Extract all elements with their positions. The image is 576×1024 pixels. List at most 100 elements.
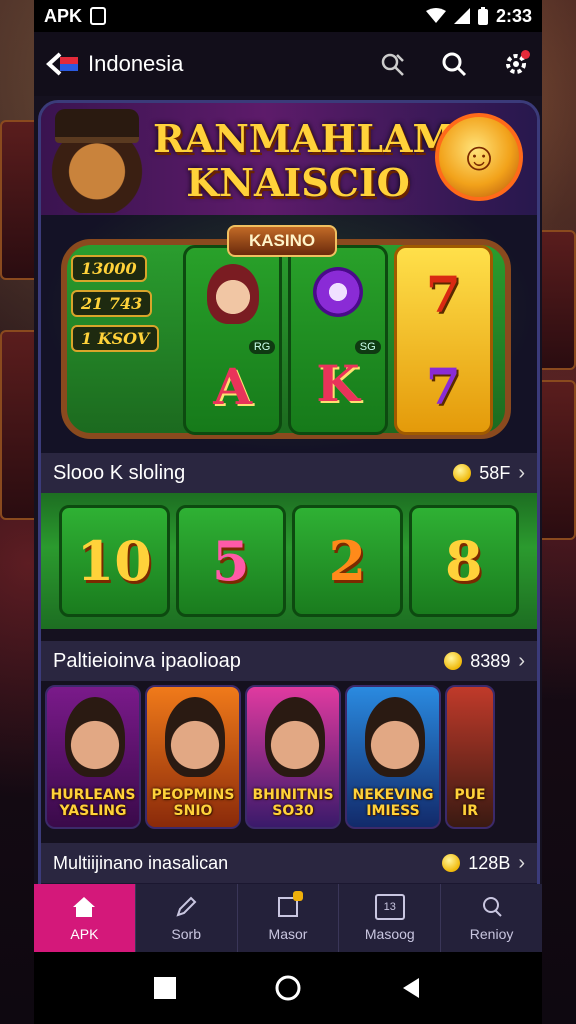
bottom-navigation: APK Sorb Masor 13 Masoog Renioy [34, 884, 542, 952]
nav-item-masoog[interactable]: 13 Masoog [339, 884, 442, 952]
home-circle-icon[interactable] [274, 974, 302, 1002]
coin-icon [444, 652, 463, 670]
app-screen: Indonesia RANMAHLAMIX KNAISCIO ☺ KASINO [34, 32, 542, 1024]
coin-icon [442, 854, 461, 872]
status-left-text: APK [44, 5, 83, 26]
section-count: 8389 [470, 650, 511, 671]
calendar-icon: 13 [374, 894, 405, 920]
calendar-number: 13 [383, 901, 396, 913]
section-header[interactable]: Multiijinano inasalican 128B › [41, 843, 537, 883]
mascot-illustration [45, 109, 149, 213]
game-carousel[interactable]: HURLEANS YASLING PEOPMINS SNIO BHINITNIS SO… [41, 681, 537, 833]
nav-item-sorb[interactable]: Sorb [136, 884, 238, 952]
character-portrait [265, 697, 325, 777]
pencil-icon [173, 894, 199, 920]
hero-stat: 21 743 [71, 290, 153, 317]
smiley-coin-icon: ☺ [435, 113, 523, 201]
game-caption: PUE [454, 787, 486, 803]
hero-reels: A RG K SG 7 7 [183, 245, 493, 435]
status-time: 2:33 [495, 5, 532, 26]
game-caption: SNIO [173, 803, 213, 819]
notification-icon [90, 7, 107, 25]
game-card[interactable]: PEOPMINS SNIO [145, 685, 241, 829]
game-caption: YASLING [59, 803, 127, 819]
game-caption: PEOPMINS [151, 787, 235, 803]
number-reel: 8 [408, 505, 519, 617]
back-button[interactable] [46, 49, 80, 79]
box-icon [275, 891, 303, 920]
search-tool-icon [381, 53, 404, 76]
character-portrait [365, 697, 425, 777]
main-content-card: RANMAHLAMIX KNAISCIO ☺ KASINO 13000 21 7… [38, 100, 540, 920]
number-reel: 10 [59, 505, 170, 617]
promo-banner[interactable]: RANMAHLAMIX KNAISCIO ☺ [41, 103, 537, 215]
nav-label: Masoog [364, 926, 415, 942]
wifi-icon [425, 8, 446, 23]
section-count: 128B [468, 852, 511, 873]
back-arrow-icon [46, 52, 78, 76]
reel-mini-label: SG [354, 340, 381, 354]
banner-title-line2: KNAISCIO [186, 160, 410, 205]
reel-symbol: 7 [425, 264, 461, 324]
nav-label: Renioy [469, 926, 514, 942]
region-title: Indonesia [88, 51, 184, 76]
section-title: Multiijinano inasalican [53, 852, 229, 873]
chevron-right-icon: › [518, 649, 525, 672]
reel-symbol: 7 [425, 356, 461, 416]
nav-item-apk[interactable]: APK [34, 884, 136, 952]
back-triangle-icon[interactable] [399, 976, 423, 1000]
reel-mini-label: RG [248, 340, 276, 354]
game-card[interactable]: BHINITNIS SO30 [245, 685, 341, 829]
search-icon [442, 52, 467, 77]
hero-stats: 13000 21 743 1 KSOV [71, 255, 181, 352]
character-portrait [65, 697, 125, 777]
game-card[interactable]: NEKEVING IMIESS [345, 685, 441, 829]
nav-label: APK [70, 926, 99, 942]
game-card[interactable]: HURLEANS YASLING [45, 685, 141, 829]
game-card[interactable]: PUE IR [445, 685, 495, 829]
game-caption: HURLEANS [50, 787, 136, 803]
chip-icon [312, 266, 363, 317]
reel-symbol: K [316, 354, 360, 414]
kasino-tag: KASINO [227, 225, 338, 257]
signal-icon [453, 8, 470, 24]
banner-title-line1: RANMAHLAMIX [153, 116, 502, 161]
home-icon [71, 894, 97, 920]
section-title: Slooo K sloling [53, 461, 186, 484]
hero-stat: 13000 [71, 255, 147, 282]
game-caption: NEKEVING [352, 787, 434, 803]
section-count: 58F [479, 462, 511, 483]
recents-icon[interactable] [153, 976, 177, 1000]
nav-badge [292, 891, 303, 901]
filter-search-button[interactable] [378, 50, 406, 78]
section-header[interactable]: Paltieioinva ipaolioap 8389 › [41, 641, 537, 681]
game-caption: IMIESS [366, 803, 420, 819]
reel-1: A RG [183, 245, 283, 435]
hero-stat: 1 KSOV [71, 325, 160, 352]
app-header: Indonesia [34, 32, 542, 96]
chevron-right-icon: › [518, 461, 525, 484]
woman-portrait-icon [206, 264, 259, 325]
number-slot-game[interactable]: 10 5 2 8 [41, 493, 537, 629]
nav-item-masor[interactable]: Masor [238, 884, 340, 952]
search-button[interactable] [440, 50, 468, 78]
nav-item-renioy[interactable]: Renioy [441, 884, 542, 952]
reel-2: K SG [288, 245, 388, 435]
coin-icon [453, 464, 472, 482]
game-caption: IR [461, 803, 478, 819]
settings-button[interactable] [502, 50, 530, 78]
featured-slot-game[interactable]: KASINO 13000 21 743 1 KSOV A RG K SG 7 7 [41, 215, 537, 453]
battery-icon [477, 7, 488, 25]
nav-label: Masor [268, 926, 308, 942]
nav-label: Sorb [171, 926, 201, 942]
number-reel: 5 [175, 505, 286, 617]
number-reel: 2 [292, 505, 403, 617]
system-navigation-bar [34, 952, 542, 1024]
profile-search-icon [479, 894, 505, 920]
character-portrait [165, 697, 225, 777]
section-header[interactable]: Slooo K sloling 58F › [41, 453, 537, 493]
game-caption: BHINITNIS [252, 787, 334, 803]
reel-3: 7 7 [393, 245, 493, 435]
status-bar: APK 2:33 [34, 0, 542, 32]
chevron-right-icon: › [518, 851, 525, 874]
